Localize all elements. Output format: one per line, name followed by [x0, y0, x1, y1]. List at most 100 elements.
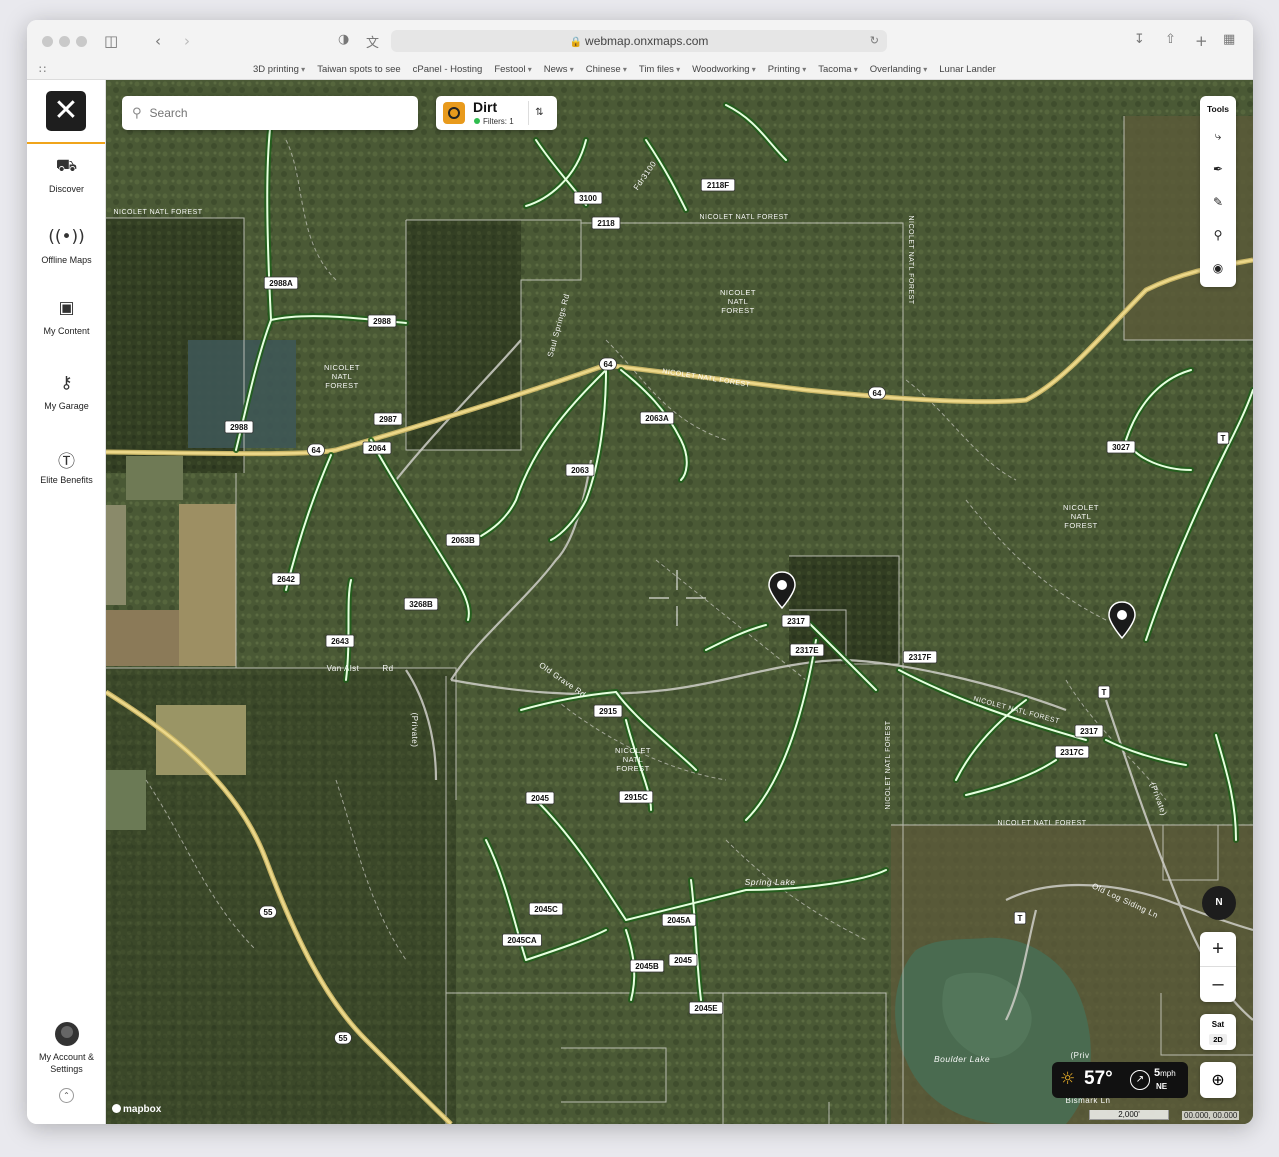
route-shield: 2317C	[1054, 745, 1090, 759]
road-name-label: Rd	[382, 664, 393, 673]
download-icon[interactable]: ↧	[1134, 32, 1145, 47]
svg-text:2317: 2317	[787, 617, 805, 626]
sidebar-item-offline-maps[interactable]: ((•)) Offline Maps	[27, 227, 106, 265]
reload-icon[interactable]: ↻	[870, 30, 879, 52]
area-label: FOREST	[1064, 521, 1097, 530]
area-label: NATL	[728, 297, 749, 306]
sidebar-item-elite-benefits[interactable]: Ⓣ Elite Benefits	[27, 447, 106, 485]
route-shield: 2118	[591, 216, 621, 230]
map-canvas[interactable]: 3100 2118 2118F 2988A 2988 2987 2988 64 2064 2063…	[106, 80, 1253, 1124]
locate-icon[interactable]: ⊕	[1200, 1062, 1236, 1098]
sidebar-toggle-icon[interactable]: ◫	[104, 32, 118, 50]
bookmark-item[interactable]: Overlanding	[870, 64, 927, 75]
map-style-button[interactable]: Sat 2D	[1200, 1014, 1236, 1050]
temperature: 57°	[1084, 1068, 1113, 1089]
svg-text:2987: 2987	[379, 415, 397, 424]
svg-text:64: 64	[312, 446, 321, 455]
scale-bar: 2,000'	[1089, 1110, 1169, 1120]
draw-shape-icon[interactable]: ✎	[1200, 195, 1236, 209]
svg-text:2045B: 2045B	[635, 962, 659, 971]
area-label: NATL	[332, 372, 353, 381]
search-bar[interactable]: ⚲	[122, 96, 418, 130]
camera-icon[interactable]: ◉	[1200, 261, 1236, 275]
layer-card[interactable]: Dirt Filters: 1 ⇅	[436, 96, 557, 130]
area-label: NICOLET	[720, 288, 756, 297]
address-bar[interactable]: 🔒 webmap.onxmaps.com ↻	[391, 30, 887, 52]
url-text: webmap.onxmaps.com	[585, 34, 709, 48]
svg-text:3027: 3027	[1112, 443, 1130, 452]
bookmark-item[interactable]: Printing	[768, 64, 806, 75]
route-shield: 2063	[565, 463, 595, 477]
status-dot	[474, 118, 480, 124]
route-shield: 64	[599, 357, 617, 371]
map-layer-label: Sat	[1211, 1020, 1225, 1029]
filter-adjust-icon[interactable]: ⇅	[528, 101, 550, 125]
grid-icon[interactable]: ∷	[39, 63, 46, 76]
forward-icon[interactable]: ›	[184, 32, 190, 50]
new-tab-icon[interactable]: +	[1195, 32, 1208, 50]
route-shield: 2988	[367, 314, 397, 328]
offline-maps-icon: ((•))	[48, 227, 85, 247]
bookmark-item[interactable]: cPanel - Hosting	[413, 64, 483, 75]
back-icon[interactable]: ‹	[155, 32, 161, 50]
svg-text:2045CA: 2045CA	[507, 936, 537, 945]
onx-logo-icon[interactable]: ✕	[46, 91, 86, 131]
route-shield: 3100	[573, 191, 603, 205]
area-label: FOREST	[616, 764, 649, 773]
route-shield: T	[1216, 431, 1230, 445]
sun-icon: ☼	[1060, 1069, 1076, 1089]
zoom-out-button[interactable]: –	[1200, 967, 1236, 1002]
svg-text:2045: 2045	[674, 956, 692, 965]
tab-overview-icon[interactable]: ▦	[1223, 32, 1235, 47]
route-shield: 2642	[271, 572, 301, 586]
window-controls[interactable]	[42, 36, 87, 47]
sidebar-item-label: Discover	[48, 184, 84, 194]
mapbox-logo[interactable]: mapbox	[112, 1104, 161, 1115]
bookmark-item[interactable]: Lunar Lander	[939, 64, 996, 75]
waypoint-icon[interactable]: ⚲	[1200, 228, 1236, 242]
sidebar-item-discover[interactable]: ⛟ Discover	[27, 156, 106, 194]
svg-text:2317F: 2317F	[909, 653, 932, 662]
wind-direction-icon: ↗	[1130, 1070, 1150, 1090]
share-icon[interactable]: ⇧	[1165, 32, 1176, 47]
route-shield: 2045A	[661, 913, 697, 927]
bookmark-item[interactable]: 3D printing	[253, 64, 305, 75]
road-name-label: (Private)	[410, 713, 419, 748]
route-shield: 2317	[781, 614, 811, 628]
route-icon[interactable]: ⤷	[1200, 129, 1236, 144]
dollar-icon: Ⓣ	[58, 452, 75, 472]
satellite-map: 3100 2118 2118F 2988A 2988 2987 2988 64 2064 2063…	[106, 80, 1253, 1124]
compass-icon[interactable]: N	[1202, 886, 1236, 920]
sidebar-item-my-content[interactable]: ▣ My Content	[27, 298, 106, 336]
weather-widget[interactable]: ☼ 57° ↗ 5mph NE	[1052, 1062, 1188, 1098]
route-shield: 2045	[525, 791, 555, 805]
svg-text:2045C: 2045C	[534, 905, 558, 914]
zoom-in-button[interactable]: +	[1200, 932, 1236, 967]
translate-icon[interactable]: 文	[366, 32, 379, 51]
bookmark-item[interactable]: Tacoma	[818, 64, 858, 75]
bookmark-item[interactable]: News	[544, 64, 574, 75]
bookmark-item[interactable]: Woodworking	[692, 64, 756, 75]
account-label-line1: My Account &	[38, 1052, 95, 1062]
browser-window: ◫ ‹ › ◑ 文 🔒 webmap.onxmaps.com ↻ ↧ ⇧ + ▦ …	[27, 20, 1253, 1124]
svg-text:2064: 2064	[368, 444, 386, 453]
bookmark-item[interactable]: Festool	[494, 64, 531, 75]
folder-icon: ▣	[58, 298, 75, 318]
scale-label: 2,000'	[1089, 1110, 1169, 1120]
sidebar-item-account[interactable]: My Account & Settings	[27, 1022, 106, 1074]
bookmark-item[interactable]: Taiwan spots to see	[317, 64, 400, 75]
forest-boundary-label: NICOLET NATL FOREST	[907, 215, 914, 304]
forest-boundary-label: NICOLET NATL FOREST	[997, 820, 1086, 827]
chevron-up-icon[interactable]: ⌃	[59, 1088, 74, 1103]
search-input[interactable]	[149, 106, 390, 120]
area-label: NICOLET	[324, 363, 360, 372]
svg-text:64: 64	[873, 389, 882, 398]
sidebar-item-my-garage[interactable]: ⚷ My Garage	[27, 373, 106, 411]
shield-icon[interactable]: ◑	[338, 32, 349, 47]
tools-panel: Tools ⤷ ✒ ✎ ⚲ ◉	[1200, 96, 1236, 287]
forest-boundary-label: NICOLET NATL FOREST	[699, 214, 788, 221]
bookmark-item[interactable]: Chinese	[586, 64, 627, 75]
svg-text:2317C: 2317C	[1060, 748, 1084, 757]
bookmark-item[interactable]: Tim files	[639, 64, 680, 75]
draw-line-icon[interactable]: ✒	[1200, 162, 1236, 176]
